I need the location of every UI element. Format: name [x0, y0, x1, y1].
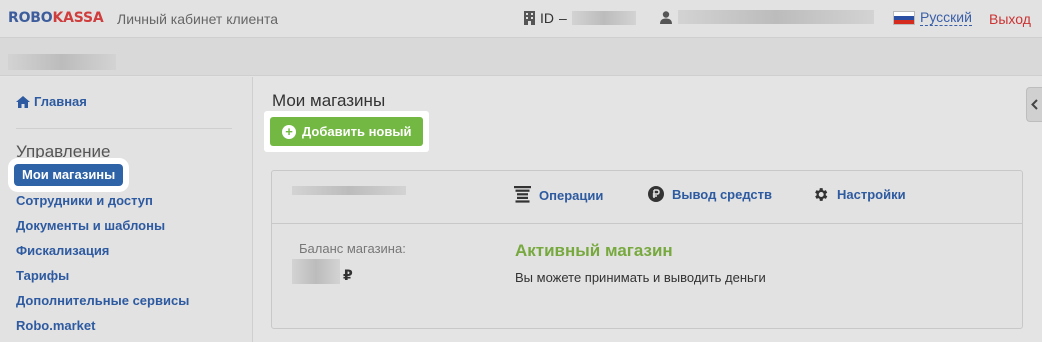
sidebar-item-label: Мои магазины [14, 164, 124, 186]
sidebar-menu: Мои магазины Сотрудники и доступ Докумен… [14, 164, 189, 340]
balance-value: ₽ [292, 259, 353, 284]
sidebar-item-my-shops[interactable]: Мои магазины [14, 164, 189, 190]
withdraw-label: Вывод средств [672, 186, 773, 202]
shop-card-header: Операции Вывод средств Настройки [272, 171, 1022, 224]
robokassa-logo[interactable]: ROBOKASSA [8, 10, 104, 26]
settings-link[interactable]: Настройки [812, 186, 906, 203]
chevron-left-icon [1031, 99, 1038, 110]
section-title-management: Управление [16, 142, 111, 161]
sidebar-divider [16, 128, 232, 129]
language-label[interactable]: Русский [920, 10, 972, 26]
page-title: Мои магазины [272, 91, 386, 110]
currency-symbol: ₽ [343, 267, 353, 283]
withdraw-link[interactable]: Вывод средств [648, 186, 772, 202]
account-id: ID – [524, 10, 636, 26]
cabinet-title: Личный кабинет клиента [117, 11, 279, 27]
org-bar [0, 38, 1042, 76]
shop-status: Активный магазин [515, 241, 673, 260]
sidebar-item-staff[interactable]: Сотрудники и доступ [16, 190, 189, 215]
gear-icon [815, 188, 828, 201]
home-label: Главная [34, 94, 87, 109]
building-icon [524, 11, 535, 25]
id-redacted [571, 11, 636, 25]
sidebar-item-fiscalization[interactable]: Фискализация [16, 240, 189, 265]
side-panel-toggle[interactable] [1026, 87, 1042, 122]
balance-amount-redacted [292, 259, 340, 284]
shop-name-redacted [292, 186, 406, 195]
add-button-label: Добавить новый [302, 124, 412, 139]
operations-label: Операции [539, 187, 604, 203]
add-shop-button[interactable]: + Добавить новый [270, 117, 424, 146]
sidebar-item-documents[interactable]: Документы и шаблоны [16, 215, 189, 240]
sidebar-item-extra-services[interactable]: Дополнительные сервисы [16, 290, 189, 315]
operations-link[interactable]: Операции [514, 186, 603, 204]
logout-link[interactable]: Выход [989, 11, 1031, 27]
ruble-icon [648, 186, 664, 202]
top-header: ROBOKASSA Личный кабинет клиента ID – Ру… [0, 0, 1042, 38]
operations-icon [514, 186, 531, 203]
org-name-redacted [8, 54, 116, 70]
plus-circle-icon: + [282, 124, 296, 139]
sidebar-home-link[interactable]: Главная [16, 94, 87, 109]
shop-card: Операции Вывод средств Настройки Баланс … [271, 170, 1023, 329]
id-label: ID [540, 10, 554, 26]
settings-label: Настройки [837, 187, 906, 202]
sidebar-item-robo-market[interactable]: Robo.market [16, 315, 189, 340]
sidebar: Главная Управление Мои магазины Сотрудни… [0, 77, 253, 342]
id-separator: – [559, 10, 567, 26]
user-icon [660, 10, 672, 24]
balance-label: Баланс магазина: [299, 241, 406, 256]
shop-status-description: Вы можете принимать и выводить деньги [515, 270, 766, 285]
home-icon [16, 95, 30, 108]
add-button-highlight: + Добавить новый [264, 111, 430, 152]
user-email-redacted [678, 10, 874, 24]
user-account[interactable] [660, 10, 874, 24]
sidebar-item-tariffs[interactable]: Тарифы [16, 265, 189, 290]
language-switcher[interactable]: Русский [893, 10, 972, 26]
russia-flag-icon [893, 11, 915, 25]
